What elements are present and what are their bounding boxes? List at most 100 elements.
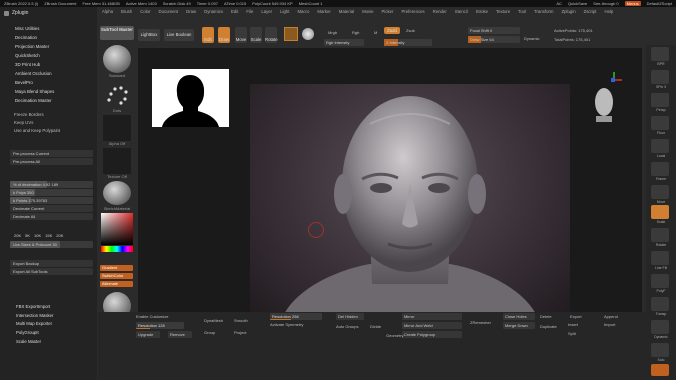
preset-20k[interactable]: 20K [14,233,21,238]
auto-groups-button[interactable]: Auto Groups [336,324,358,329]
rotate-button[interactable]: Rotate [265,27,278,43]
zsub-toggle[interactable]: Zsub [406,28,415,33]
k-polys-slider[interactable]: k Polys 350 [10,189,93,196]
uv-size-slider[interactable]: Uvs Sizes & Polcount 30 [10,241,93,248]
z-intensity-slider[interactable]: Z Intensity [384,39,432,46]
menu-tool[interactable]: Tool [514,9,530,17]
divide-button[interactable]: Divide [370,324,381,329]
plugin-quicksketch[interactable]: QuickSketch [0,51,97,60]
decimation-percent-slider[interactable]: % of decimation 4.92 189 [10,181,93,188]
remove-button[interactable]: Remove [168,331,192,338]
zremesher-button[interactable]: ZRemesher [470,320,491,325]
dynamesh-button[interactable]: DynaMesh [204,318,223,323]
alpha-thumb[interactable] [103,115,131,141]
plugin-ambient-occlusion[interactable]: Ambient Occlusion [0,69,97,78]
solo-icon[interactable] [651,343,669,357]
scale-view-icon[interactable] [651,205,669,219]
append-button[interactable]: Append [604,314,618,319]
create-polygroup-button[interactable]: Create Polygroup [402,331,462,338]
zadd-toggle[interactable]: Zadd [384,27,400,34]
mirror-and-weld-button[interactable]: Mirror And Weld [402,322,462,329]
menu-draw[interactable]: Draw [182,9,200,17]
upgrade-button[interactable]: Upgrade [136,331,160,338]
menu-edit[interactable]: Edit [227,9,242,17]
enable-customize-toggle[interactable]: Enable Customize [136,314,168,319]
dynamic-toggle[interactable]: Dynamic [524,36,540,41]
gradient-button[interactable]: Gradient [100,265,133,271]
switchcolor-button[interactable]: SwitchColor [100,273,133,279]
menu-marker[interactable]: Marker [313,9,334,17]
plugin-intersection-masker[interactable]: Intersection Masker [0,312,97,321]
frame-icon[interactable] [651,162,669,176]
lightbox-button[interactable]: LightBox [138,29,160,41]
m-toggle[interactable]: M [374,30,377,35]
sculpt-viewport[interactable] [250,84,570,324]
local-icon[interactable] [651,139,669,153]
mrgb-toggle[interactable]: Mrgb [328,30,337,35]
plugin-decimation-master[interactable]: Decimation Master [0,96,97,105]
see-through-slider[interactable]: See-through 0 [593,1,618,6]
line-fill-icon[interactable] [651,251,669,265]
move-view-icon[interactable] [651,185,669,199]
script-label[interactable]: DefaultZScript [647,1,672,6]
option-keep-polypaint[interactable]: Use and Keep Polypaint [0,127,97,135]
menu-movie[interactable]: Movie [358,9,377,17]
activate-symmetry-button[interactable]: Activate Symmetry [270,322,303,327]
menu-render[interactable]: Render [429,9,451,17]
move-button[interactable]: Move [235,27,247,43]
delete-button[interactable]: Delete [540,314,552,319]
project-button[interactable]: Project [234,330,246,335]
alternate-button[interactable]: Alternate [100,281,133,287]
plugin-scale-master[interactable]: Scale Master [0,338,97,347]
floor-icon[interactable] [651,116,669,130]
menu-macro[interactable]: Macro [293,9,313,17]
export-backup-button[interactable]: Export Backup [10,260,93,267]
plugin-misc-utilities[interactable]: Misc Utilities [0,24,97,33]
menu-dynamics[interactable]: Dynamics [200,9,227,17]
option-freeze-borders[interactable]: Freeze Borders [0,111,97,119]
pre-process-current-button[interactable]: Pre-process Current [10,150,93,157]
plugin-fbx-export-import[interactable]: FBX ExportImport [0,303,97,312]
transp-icon[interactable] [651,297,669,311]
menu-stencil[interactable]: Stencil [451,9,472,17]
polyf-icon[interactable] [651,274,669,288]
preset-5k[interactable]: 5K [25,233,30,238]
del-hidden-button[interactable]: Del Hidden [336,313,364,320]
close-holes-button[interactable]: Close Holes [503,313,535,320]
material-thumb[interactable] [103,181,131,205]
menu-alpha[interactable]: Alpha [98,9,117,17]
resolution-128-slider[interactable]: Resolution 128 [136,322,184,329]
plugin-polygroupit[interactable]: PolyGroupIt [0,329,97,338]
merge-down-button[interactable]: Merge Down [503,322,535,329]
menu-picker[interactable]: Picker [378,9,398,17]
plugin-maya-blend-shapes[interactable]: Maya Blend Shapes [0,87,97,96]
menu-light[interactable]: Light [276,9,293,17]
dots-stroke-thumb[interactable] [103,82,131,108]
quicksave-button[interactable]: QuickSave [568,1,587,6]
dynamic-view-icon[interactable] [651,320,669,334]
group-button[interactable]: Group [204,330,215,335]
hue-strip[interactable] [101,246,133,252]
export-button[interactable]: Export [570,314,582,319]
draw-size-slider[interactable]: Draw Size 64 [468,36,520,43]
plugin-3d-print-hub[interactable]: 3D Print Hub [0,60,97,69]
menu-texture[interactable]: Texture [492,9,514,17]
split-button[interactable]: Split [568,331,576,336]
menus-button[interactable]: Menus [624,1,641,6]
zplugin-header[interactable]: Zplugin [0,7,97,19]
brush-color-swatch[interactable] [284,27,298,41]
rgb-toggle[interactable]: Rgb [352,30,359,35]
plugin-multi-map-exporter[interactable]: Multi Map Exporter [0,320,97,329]
menu-layer[interactable]: Layer [257,9,276,17]
xpose-icon[interactable] [651,364,669,376]
duplicate-button[interactable]: Duplicate [540,324,557,329]
navigation-gizmo[interactable] [592,72,622,122]
option-keep-uvs[interactable]: Keep UVs [0,119,97,127]
decimate-all-button[interactable]: Decimate All [10,213,93,220]
import-button[interactable]: Import [604,322,615,327]
rotate-view-icon[interactable] [651,228,669,242]
mirror-button[interactable]: Mirror [402,313,462,320]
edit-button[interactable]: Edit [202,27,214,43]
k-points-slider[interactable]: k Points 175.39763 [10,197,93,204]
pre-process-all-button[interactable]: Pre-process All [10,158,93,165]
